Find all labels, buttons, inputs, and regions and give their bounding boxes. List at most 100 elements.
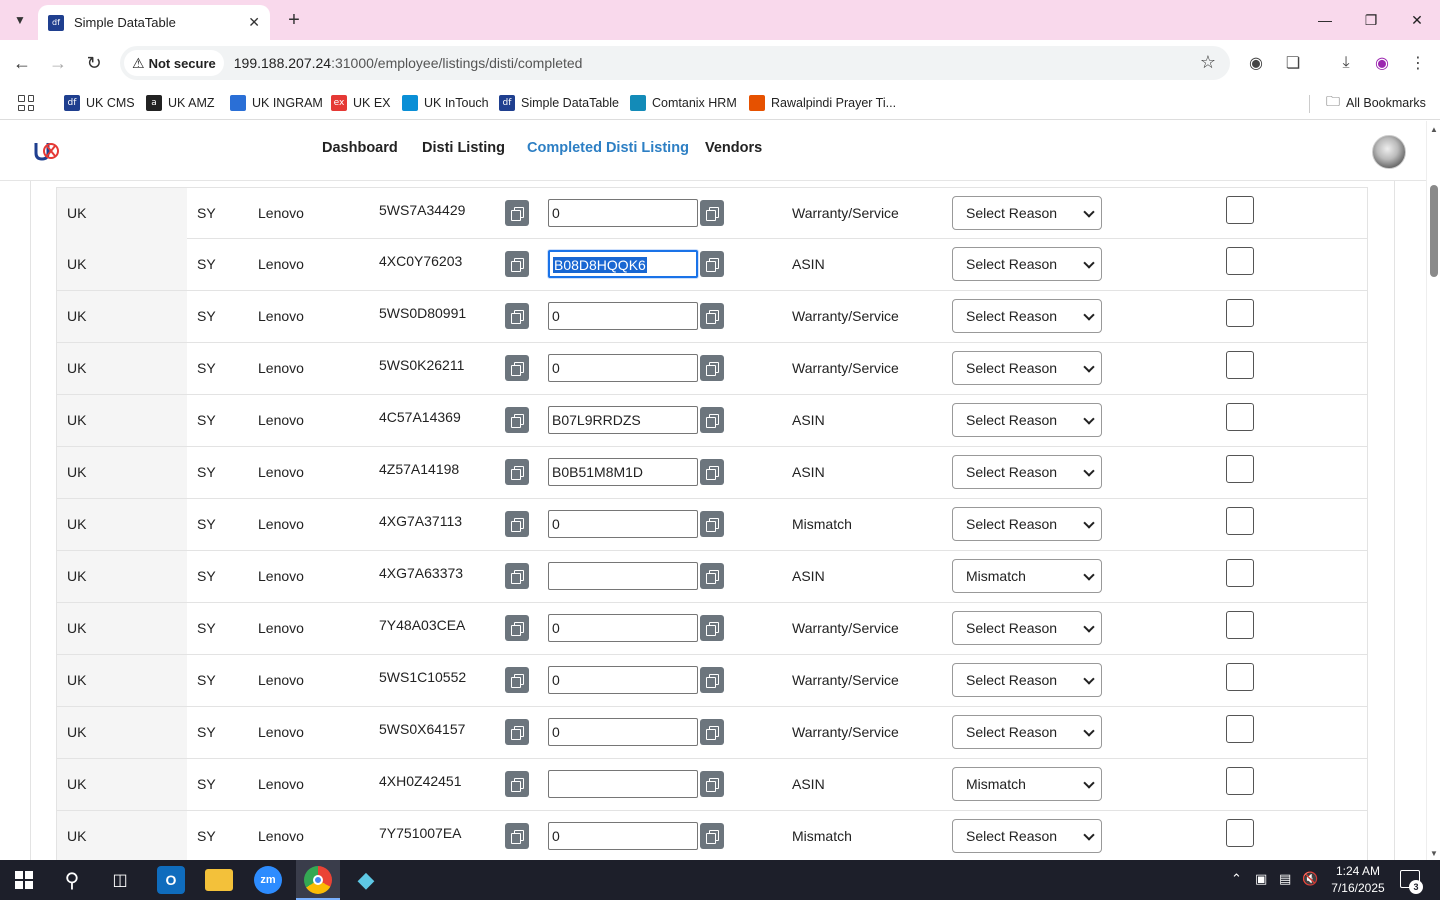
asin-input[interactable]: 0 bbox=[548, 718, 698, 746]
new-tab-icon[interactable]: + bbox=[282, 8, 306, 32]
copy-sku-button[interactable] bbox=[505, 563, 529, 589]
globe-icon[interactable]: ◉ bbox=[1244, 51, 1268, 75]
reason-select[interactable]: Select Reason bbox=[952, 663, 1102, 697]
copy-sku-button[interactable] bbox=[505, 615, 529, 641]
reason-select[interactable]: Select Reason bbox=[952, 611, 1102, 645]
row-checkbox[interactable] bbox=[1226, 611, 1254, 639]
scroll-up-icon[interactable]: ▲ bbox=[1430, 125, 1438, 134]
copy-sku-button[interactable] bbox=[505, 407, 529, 433]
bookmark-item[interactable]: Rawalpindi Prayer Ti... bbox=[749, 92, 896, 114]
nav-completed-disti-listing[interactable]: Completed Disti Listing bbox=[527, 140, 689, 156]
row-checkbox[interactable] bbox=[1226, 196, 1254, 224]
copy-asin-button[interactable] bbox=[700, 407, 724, 433]
address-bar[interactable]: ⚠ Not secure 199.188.207.24:31000/employ… bbox=[120, 46, 1230, 80]
copy-sku-button[interactable] bbox=[505, 459, 529, 485]
reason-select[interactable]: Select Reason bbox=[952, 455, 1102, 489]
copy-asin-button[interactable] bbox=[700, 251, 724, 277]
chrome-icon[interactable] bbox=[304, 866, 332, 894]
row-checkbox[interactable] bbox=[1226, 559, 1254, 587]
reason-select[interactable]: Select Reason bbox=[952, 715, 1102, 749]
reason-select[interactable]: Select Reason bbox=[952, 819, 1102, 853]
copy-sku-button[interactable] bbox=[505, 771, 529, 797]
copy-sku-button[interactable] bbox=[505, 200, 529, 226]
copy-sku-button[interactable] bbox=[505, 719, 529, 745]
nav-vendors[interactable]: Vendors bbox=[705, 140, 762, 156]
bookmark-star-icon[interactable]: ☆ bbox=[1200, 52, 1216, 73]
browser-tab[interactable]: df Simple DataTable ✕ bbox=[38, 5, 270, 40]
bookmark-item[interactable]: ex UK EX bbox=[331, 92, 391, 114]
asin-input[interactable] bbox=[548, 562, 698, 590]
row-checkbox[interactable] bbox=[1226, 299, 1254, 327]
scroll-thumb[interactable] bbox=[1430, 185, 1438, 277]
bookmark-item[interactable]: Comtanix HRM bbox=[630, 92, 737, 114]
copy-sku-button[interactable] bbox=[505, 303, 529, 329]
asin-input[interactable]: 0 bbox=[548, 666, 698, 694]
reason-select[interactable]: Select Reason bbox=[952, 299, 1102, 333]
bookmark-item[interactable]: UK INGRAM bbox=[230, 92, 323, 114]
asin-input[interactable]: 0 bbox=[548, 614, 698, 642]
bookmark-item[interactable]: UK InTouch bbox=[402, 92, 489, 114]
copy-sku-button[interactable] bbox=[505, 355, 529, 381]
close-tab-icon[interactable]: ✕ bbox=[248, 14, 260, 31]
all-bookmarks-button[interactable]: 🗀 All Bookmarks bbox=[1326, 92, 1426, 114]
copy-asin-button[interactable] bbox=[700, 355, 724, 381]
apps-icon[interactable] bbox=[18, 95, 34, 111]
network-icon[interactable]: ▤ bbox=[1279, 871, 1291, 887]
row-checkbox[interactable] bbox=[1226, 715, 1254, 743]
reason-select[interactable]: Select Reason bbox=[952, 196, 1102, 230]
copy-asin-button[interactable] bbox=[700, 200, 724, 226]
reason-select[interactable]: Select Reason bbox=[952, 351, 1102, 385]
copy-asin-button[interactable] bbox=[700, 615, 724, 641]
asin-input[interactable]: B07L9RRDZS bbox=[548, 406, 698, 434]
url-text[interactable]: 199.188.207.24:31000/employee/listings/d… bbox=[234, 55, 583, 71]
avatar[interactable] bbox=[1372, 135, 1406, 169]
bookmark-item[interactable]: a UK AMZ bbox=[146, 92, 215, 114]
page-scrollbar[interactable]: ▲ ▼ bbox=[1426, 121, 1440, 860]
outlook-icon[interactable]: O bbox=[157, 866, 185, 894]
reason-select[interactable]: Mismatch bbox=[952, 559, 1102, 593]
reason-select[interactable]: Select Reason bbox=[952, 507, 1102, 541]
nav-dashboard[interactable]: Dashboard bbox=[322, 140, 398, 156]
minimize-icon[interactable]: — bbox=[1310, 8, 1340, 32]
copy-asin-button[interactable] bbox=[700, 303, 724, 329]
zoom-icon[interactable]: zm bbox=[254, 866, 282, 894]
row-checkbox[interactable] bbox=[1226, 247, 1254, 275]
forward-icon[interactable]: → bbox=[46, 51, 70, 75]
app-diamond-icon[interactable]: ◆ bbox=[352, 866, 380, 894]
scroll-down-icon[interactable]: ▼ bbox=[1430, 849, 1438, 858]
search-icon[interactable]: ⚲ bbox=[58, 866, 86, 894]
tray-overflow-icon[interactable]: ⌃ bbox=[1231, 871, 1242, 887]
row-checkbox[interactable] bbox=[1226, 819, 1254, 847]
bookmark-item[interactable]: df Simple DataTable bbox=[499, 92, 619, 114]
copy-asin-button[interactable] bbox=[700, 771, 724, 797]
asin-input[interactable]: 0 bbox=[548, 822, 698, 850]
restore-icon[interactable]: ❐ bbox=[1356, 8, 1386, 32]
window-close-icon[interactable]: ✕ bbox=[1402, 8, 1432, 32]
copy-asin-button[interactable] bbox=[700, 667, 724, 693]
copy-sku-button[interactable] bbox=[505, 511, 529, 537]
row-checkbox[interactable] bbox=[1226, 767, 1254, 795]
copy-sku-button[interactable] bbox=[505, 823, 529, 849]
copy-sku-button[interactable] bbox=[505, 251, 529, 277]
menu-icon[interactable]: ⋮ bbox=[1406, 51, 1430, 75]
file-explorer-icon[interactable] bbox=[205, 869, 233, 891]
security-chip[interactable]: ⚠ Not secure bbox=[124, 50, 224, 76]
row-checkbox[interactable] bbox=[1226, 351, 1254, 379]
asin-input[interactable]: 0 bbox=[548, 354, 698, 382]
nav-disti-listing[interactable]: Disti Listing bbox=[422, 140, 505, 156]
download-icon[interactable]: ⤓ bbox=[1334, 51, 1358, 75]
asin-input[interactable]: 0 bbox=[548, 199, 698, 227]
reason-select[interactable]: Select Reason bbox=[952, 247, 1102, 281]
copy-sku-button[interactable] bbox=[505, 667, 529, 693]
asin-input[interactable]: B0B51M8M1D bbox=[548, 458, 698, 486]
asin-input[interactable]: 0 bbox=[548, 302, 698, 330]
reason-select[interactable]: Mismatch bbox=[952, 767, 1102, 801]
reason-select[interactable]: Select Reason bbox=[952, 403, 1102, 437]
copy-asin-button[interactable] bbox=[700, 823, 724, 849]
copy-asin-button[interactable] bbox=[700, 511, 724, 537]
row-checkbox[interactable] bbox=[1226, 455, 1254, 483]
uk-logo-icon[interactable] bbox=[33, 140, 59, 162]
profile-icon[interactable]: ◉ bbox=[1370, 51, 1394, 75]
copy-asin-button[interactable] bbox=[700, 459, 724, 485]
row-checkbox[interactable] bbox=[1226, 663, 1254, 691]
